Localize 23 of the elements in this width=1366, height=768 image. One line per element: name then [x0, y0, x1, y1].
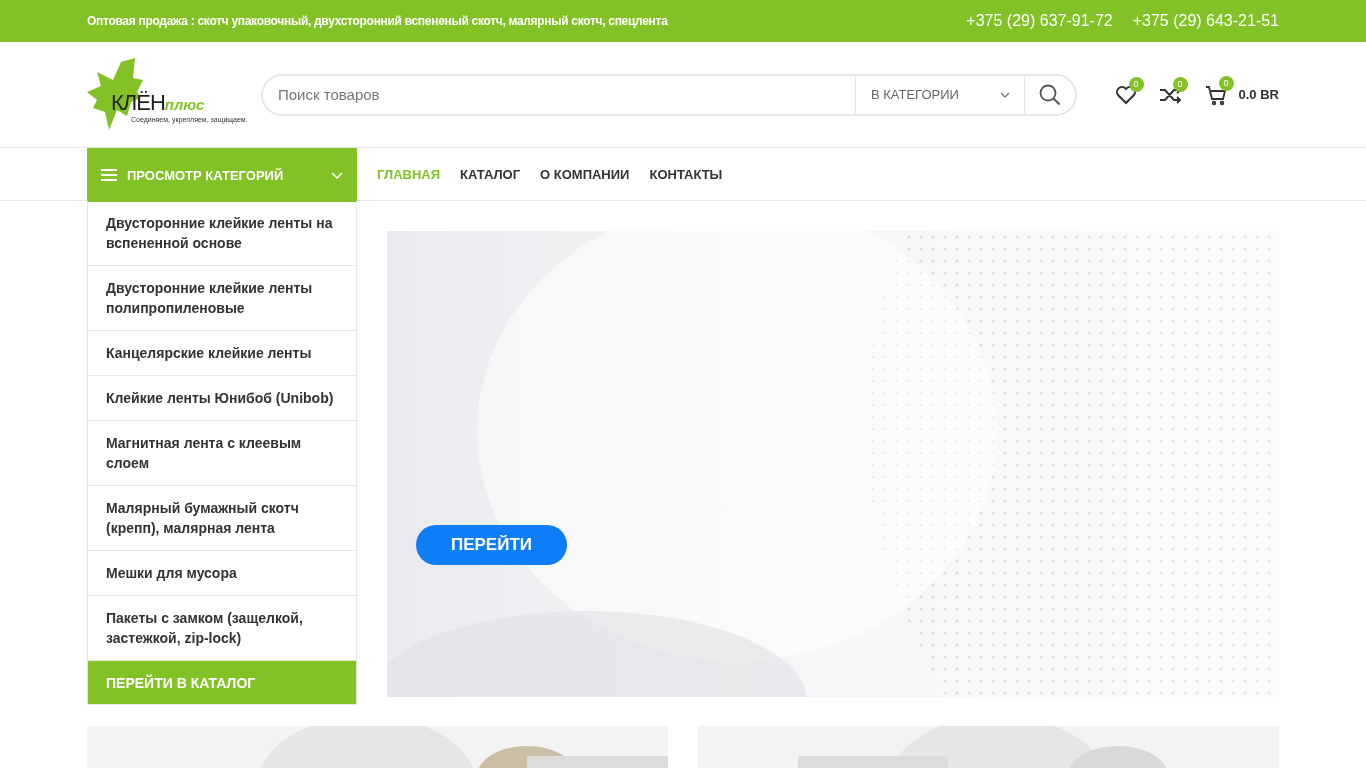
promo-text: Оптовая продажа : скотч упаковочный, двухсторонний вспененый скотч, малярный скотч, спецлента — [87, 14, 668, 28]
category-link[interactable]: Двусторонние клейкие ленты на вспененной основе — [88, 201, 356, 266]
category-link[interactable]: Мешки для мусора — [88, 551, 356, 596]
chevron-down-icon — [331, 171, 343, 179]
category-link[interactable]: Малярный бумажный скотч (крепп), малярная лента — [88, 486, 356, 551]
category-link[interactable]: Клейкие ленты Юнибоб (Unibob) — [88, 376, 356, 421]
category-link[interactable]: Двусторонние клейкие ленты полипропиленовые — [88, 266, 356, 331]
search-icon[interactable] — [1039, 83, 1061, 106]
search-field[interactable]: Поиск товаров В КАТЕГОРИИ — [261, 73, 1077, 116]
logo-suffix: плюс — [164, 95, 205, 113]
count-badge: 0 — [1172, 76, 1188, 92]
menu-icon — [101, 169, 117, 181]
category-link[interactable]: Магнитная лента с клеевым слоем — [88, 421, 356, 486]
nav-link[interactable]: КОНТАКТЫ — [649, 166, 723, 182]
category-link[interactable]: Канцелярские клейкие ленты — [88, 331, 356, 376]
nav-link[interactable]: КАТАЛОГ — [460, 166, 521, 182]
category-dropdown[interactable]: В КАТЕГОРИИ — [855, 75, 1025, 114]
cart-total[interactable]: 0.0 BR — [1238, 87, 1279, 102]
nav-link[interactable]: О КОМПАНИИ — [540, 166, 630, 182]
count-badge: 0 — [1218, 75, 1234, 91]
count-badge: 0 — [1128, 76, 1144, 92]
chevron-down-icon — [1000, 91, 1010, 98]
go-button[interactable]: ПЕРЕЙТИ — [416, 525, 567, 565]
